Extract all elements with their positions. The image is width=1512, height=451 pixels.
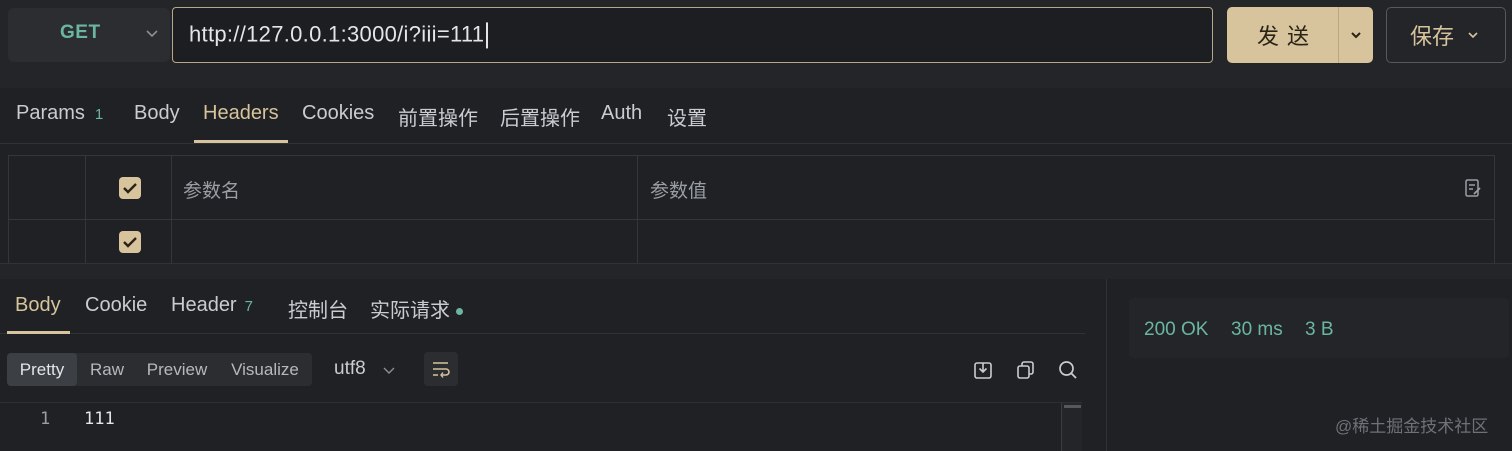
- active-tab-indicator: [194, 140, 288, 143]
- header-value-input[interactable]: [638, 220, 1494, 264]
- tab-actual-request[interactable]: 实际请求: [370, 294, 463, 323]
- encoding-select[interactable]: utf8: [334, 358, 366, 380]
- response-time: 30 ms: [1231, 319, 1283, 340]
- line-number: 1: [40, 409, 51, 429]
- wrap-lines-icon: [433, 362, 450, 378]
- checkbox-checked-icon: [123, 237, 137, 248]
- status-dot-icon: [456, 308, 463, 316]
- request-tabs: Params 1 Body Headers Cookies 前置操作 后置操作 A…: [0, 88, 1512, 144]
- response-body-editor[interactable]: 1 111: [0, 402, 1082, 451]
- tab-cookies[interactable]: Cookies: [302, 102, 374, 125]
- panel-divider[interactable]: [0, 263, 1512, 279]
- headers-table: 参数名 参数值: [8, 155, 1495, 264]
- active-tab-indicator: [7, 331, 70, 334]
- save-label: 保存: [1410, 24, 1455, 49]
- send-label: 发送: [1257, 24, 1318, 49]
- column-header-name: 参数名: [183, 181, 241, 202]
- method-label: GET: [60, 22, 101, 43]
- tab-post-operations[interactable]: 后置操作: [500, 102, 580, 131]
- download-icon[interactable]: [973, 360, 993, 380]
- tab-params[interactable]: Params 1: [16, 102, 103, 125]
- row-enable-checkbox[interactable]: [119, 231, 141, 253]
- view-mode-raw[interactable]: Raw: [79, 353, 135, 386]
- tab-response-header[interactable]: Header 7: [171, 294, 253, 317]
- chevron-down-icon[interactable]: [382, 363, 396, 377]
- column-header-value: 参数值: [650, 181, 708, 202]
- wrap-lines-button[interactable]: [424, 352, 458, 386]
- tab-headers[interactable]: Headers: [203, 102, 279, 125]
- scrollbar-thumb[interactable]: [1064, 405, 1081, 408]
- response-size: 3 B: [1305, 319, 1334, 340]
- checkbox-checked-icon: [123, 183, 137, 194]
- response-panel: Body Cookie Header 7 控制台 实际请求 Pretty Raw …: [0, 279, 1106, 451]
- tab-settings[interactable]: 设置: [667, 102, 707, 131]
- view-mode-segmented-control: Pretty Raw Preview Visualize: [7, 353, 312, 386]
- chevron-down-icon: [146, 30, 158, 38]
- copy-icon[interactable]: [1015, 360, 1035, 380]
- tab-pre-operations[interactable]: 前置操作: [398, 102, 478, 131]
- send-divider: [1338, 7, 1339, 63]
- view-mode-visualize[interactable]: Visualize: [219, 353, 311, 386]
- tab-response-cookie[interactable]: Cookie: [85, 294, 147, 317]
- view-mode-pretty[interactable]: Pretty: [7, 353, 77, 386]
- url-input[interactable]: http://127.0.0.1:3000/i?iii=111: [172, 7, 1213, 63]
- tab-label: Params: [16, 102, 85, 124]
- params-count-badge: 1: [94, 106, 104, 123]
- view-mode-preview[interactable]: Preview: [137, 353, 217, 386]
- response-status-panel: 200 OK 30 ms 3 B @稀土掘金技术社区: [1106, 279, 1512, 451]
- chevron-down-icon: [1468, 32, 1478, 39]
- save-button[interactable]: 保存: [1386, 7, 1506, 63]
- bulk-edit-icon[interactable]: [1464, 178, 1482, 198]
- watermark: @稀土掘金技术社区: [1335, 417, 1489, 436]
- tab-label: Header: [171, 294, 237, 316]
- chevron-down-icon[interactable]: [1349, 28, 1363, 42]
- response-meta: 200 OK 30 ms 3 B: [1129, 298, 1509, 358]
- tab-auth[interactable]: Auth: [601, 102, 642, 125]
- table-row: [9, 220, 1494, 264]
- code-line: 111: [84, 409, 115, 429]
- search-icon[interactable]: [1058, 360, 1078, 380]
- tab-response-body[interactable]: Body: [15, 294, 61, 317]
- api-client-window: GET http://127.0.0.1:3000/i?iii=111 发送 保…: [0, 0, 1512, 451]
- table-header-row: 参数名 参数值: [9, 156, 1494, 220]
- header-name-input[interactable]: [172, 220, 637, 264]
- tab-body[interactable]: Body: [134, 102, 180, 125]
- vertical-scrollbar[interactable]: [1061, 403, 1082, 451]
- tab-label: 实际请求: [370, 300, 450, 322]
- request-bar: GET http://127.0.0.1:3000/i?iii=111 发送 保…: [0, 0, 1512, 88]
- status-code: 200 OK: [1144, 319, 1209, 340]
- text-cursor: [486, 22, 489, 49]
- response-tabs: Body Cookie Header 7 控制台 实际请求: [0, 279, 1085, 334]
- url-text: http://127.0.0.1:3000/i?iii=111: [189, 21, 485, 47]
- header-count-badge: 7: [244, 298, 253, 315]
- send-button[interactable]: 发送: [1227, 7, 1373, 63]
- select-all-checkbox[interactable]: [119, 177, 141, 199]
- tab-console[interactable]: 控制台: [288, 294, 348, 323]
- method-select[interactable]: GET: [8, 8, 170, 62]
